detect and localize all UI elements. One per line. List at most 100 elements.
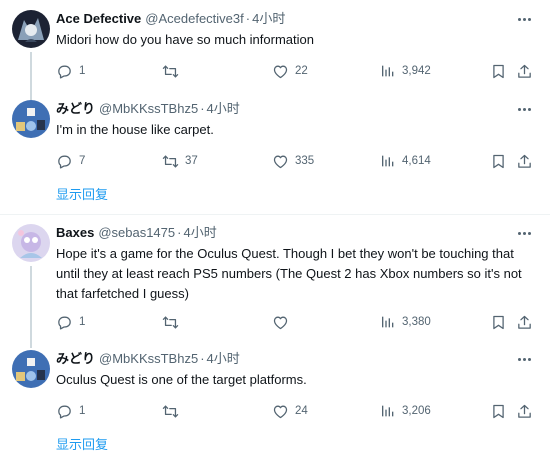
display-name[interactable]: Baxes [56, 224, 94, 242]
display-name[interactable]: Ace Defective [56, 10, 141, 28]
views-button[interactable]: 3,380 [380, 313, 431, 331]
like-count: 22 [295, 65, 308, 77]
reply-count: 1 [79, 316, 86, 328]
retweet-button[interactable] [162, 313, 185, 331]
separator-dot: · [200, 101, 205, 116]
separator-dot: · [245, 11, 251, 26]
user-handle[interactable]: @Acedefective3f [145, 10, 243, 28]
avatar[interactable] [12, 10, 50, 48]
divider [0, 214, 550, 215]
action-bar: 1 22 3,942 [56, 62, 536, 80]
reply-icon [56, 63, 73, 80]
bookmark-icon [490, 403, 507, 420]
bookmark-icon [490, 63, 507, 80]
display-name[interactable]: みどり [56, 350, 95, 368]
retweet-icon [162, 314, 179, 331]
bookmark-icon [490, 314, 507, 331]
tweet-header: みどり @MbKKssTBhz5 · 4小时 [56, 100, 240, 118]
reply-icon [56, 314, 73, 331]
reply-button[interactable]: 1 [56, 402, 85, 420]
timestamp[interactable]: 4小时 [252, 10, 285, 28]
retweet-icon [162, 153, 179, 170]
views-icon [380, 63, 396, 79]
user-handle[interactable]: @MbKKssTBhz5 [99, 100, 198, 118]
like-count: 335 [295, 155, 315, 167]
like-icon [272, 314, 289, 331]
tweet-text: Hope it's a game for the Oculus Quest. T… [56, 246, 522, 301]
bookmark-button[interactable] [490, 62, 507, 80]
separator-dot: · [200, 351, 205, 366]
share-button[interactable] [516, 313, 533, 331]
tweet-text: Midori how do you have so much informati… [56, 32, 314, 47]
like-count: 24 [295, 405, 308, 417]
retweet-count: 37 [185, 155, 198, 167]
views-button[interactable]: 3,942 [380, 62, 431, 80]
tweet-header: みどり @MbKKssTBhz5 · 4小时 [56, 350, 240, 368]
bookmark-button[interactable] [490, 152, 507, 170]
views-icon [380, 403, 396, 419]
user-handle[interactable]: @sebas1475 [98, 224, 175, 242]
view-count: 4,614 [402, 155, 431, 167]
share-button[interactable] [516, 62, 533, 80]
timestamp[interactable]: 4小时 [183, 224, 216, 242]
timestamp[interactable]: 4小时 [207, 350, 240, 368]
more-icon[interactable] [514, 12, 534, 26]
view-count: 3,206 [402, 405, 431, 417]
avatar[interactable] [12, 350, 50, 388]
share-button[interactable] [516, 402, 533, 420]
like-icon [272, 63, 289, 80]
action-bar: 7 37 335 4,614 [56, 152, 536, 170]
retweet-button[interactable] [162, 402, 185, 420]
tweet[interactable]: みどり @MbKKssTBhz5 · 4小时 Oculus Quest is o… [0, 342, 550, 456]
tweet-text: I'm in the house like carpet. [56, 122, 214, 137]
display-name[interactable]: みどり [56, 100, 95, 118]
separator-dot: · [177, 225, 182, 240]
reply-feed: Ace Defective @Acedefective3f · 4小时 Mido… [0, 0, 550, 456]
avatar[interactable] [12, 100, 50, 138]
like-icon [272, 153, 289, 170]
views-icon [380, 314, 396, 330]
more-icon[interactable] [514, 102, 534, 116]
timestamp[interactable]: 4小时 [207, 100, 240, 118]
reply-icon [56, 403, 73, 420]
tweet[interactable]: みどり @MbKKssTBhz5 · 4小时 I'm in the house … [0, 92, 550, 207]
views-button[interactable]: 3,206 [380, 402, 431, 420]
view-count: 3,942 [402, 65, 431, 77]
like-button[interactable]: 22 [272, 62, 308, 80]
tweet[interactable]: Ace Defective @Acedefective3f · 4小时 Mido… [0, 0, 550, 100]
retweet-button[interactable] [162, 62, 185, 80]
share-icon [516, 153, 533, 170]
reply-count: 1 [79, 65, 86, 77]
share-icon [516, 314, 533, 331]
retweet-icon [162, 63, 179, 80]
user-handle[interactable]: @MbKKssTBhz5 [99, 350, 198, 368]
reply-count: 1 [79, 405, 86, 417]
like-button[interactable]: 24 [272, 402, 308, 420]
reply-button[interactable]: 1 [56, 313, 85, 331]
bookmark-button[interactable] [490, 313, 507, 331]
like-button[interactable]: 335 [272, 152, 314, 170]
tweet-header: Ace Defective @Acedefective3f · 4小时 [56, 10, 285, 28]
reply-count: 7 [79, 155, 86, 167]
views-icon [380, 153, 396, 169]
tweet[interactable]: Baxes @sebas1475 · 4小时 Hope it's a game … [0, 218, 550, 348]
action-bar: 1 24 3,206 [56, 402, 536, 420]
view-count: 3,380 [402, 316, 431, 328]
show-replies-link[interactable]: 显示回复 [56, 186, 108, 204]
thread-line [30, 266, 32, 348]
reply-button[interactable]: 7 [56, 152, 85, 170]
more-icon[interactable] [514, 226, 534, 240]
bookmark-icon [490, 153, 507, 170]
share-button[interactable] [516, 152, 533, 170]
retweet-button[interactable]: 37 [162, 152, 198, 170]
tweet-header: Baxes @sebas1475 · 4小时 [56, 224, 217, 242]
bookmark-button[interactable] [490, 402, 507, 420]
more-icon[interactable] [514, 352, 534, 366]
tweet-text: Oculus Quest is one of the target platfo… [56, 372, 307, 387]
views-button[interactable]: 4,614 [380, 152, 431, 170]
show-replies-link[interactable]: 显示回复 [56, 436, 108, 454]
share-icon [516, 403, 533, 420]
avatar[interactable] [12, 224, 50, 262]
reply-button[interactable]: 1 [56, 62, 85, 80]
like-button[interactable] [272, 313, 295, 331]
